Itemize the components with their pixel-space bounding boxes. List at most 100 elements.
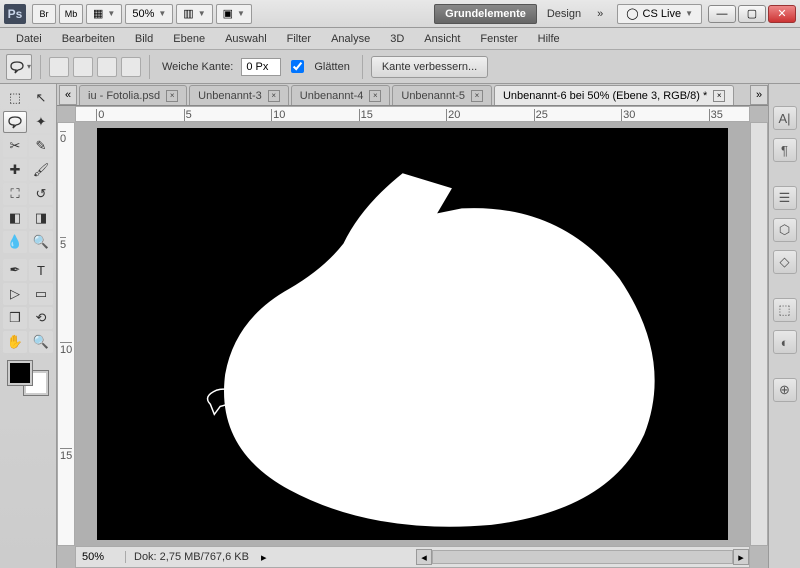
close-icon[interactable]: ×: [471, 90, 483, 102]
menu-ebene[interactable]: Ebene: [165, 31, 213, 47]
menu-auswahl[interactable]: Auswahl: [217, 31, 275, 47]
options-bar: ▾ Weiche Kante: Glätten Kante verbessern…: [0, 50, 800, 84]
mask-shape: [97, 128, 728, 540]
eraser-tool-icon[interactable]: ◧: [3, 207, 27, 229]
toolbox: ⬚↖ ✦ ✂✎ ✚🖌 ⛶↺ ◧◨ 💧🔍 ✒T ▷▭ ❒⟲ ✋🔍: [0, 84, 57, 568]
menu-bearbeiten[interactable]: Bearbeiten: [54, 31, 123, 47]
document-area: « iu - Fotolia.psd× Unbenannt-3× Unbenan…: [57, 84, 768, 568]
eyedropper-tool-icon[interactable]: ✎: [29, 135, 53, 157]
tab-unbenannt-5[interactable]: Unbenannt-5×: [392, 85, 492, 105]
mini-bridge-button[interactable]: Mb: [59, 4, 83, 24]
tabs-scroll-right[interactable]: »: [750, 85, 768, 105]
menu-3d[interactable]: 3D: [382, 31, 412, 47]
refine-edge-button[interactable]: Kante verbessern...: [371, 56, 488, 78]
crop-tool-icon[interactable]: ✂: [3, 135, 27, 157]
document-image: [97, 128, 728, 540]
active-tool-icon[interactable]: ▾: [6, 54, 32, 80]
text-tool-icon[interactable]: T: [29, 259, 53, 281]
paragraph-panel-icon[interactable]: ¶: [773, 138, 797, 162]
minimize-button[interactable]: —: [708, 5, 736, 23]
close-icon[interactable]: ×: [369, 90, 381, 102]
tab-unbenannt-6[interactable]: Unbenannt-6 bei 50% (Ebene 3, RGB/8) *×: [494, 85, 734, 105]
styles-panel-icon[interactable]: ⬡: [773, 218, 797, 242]
horizontal-ruler[interactable]: 0 5 10 15 20 25 30 35: [75, 106, 750, 122]
selection-add-button[interactable]: [73, 57, 93, 77]
tab-unbenannt-3[interactable]: Unbenannt-3×: [189, 85, 289, 105]
vertical-ruler[interactable]: 0 5 10 15: [57, 122, 75, 546]
canvas[interactable]: [75, 122, 750, 546]
menu-bar: Datei Bearbeiten Bild Ebene Auswahl Filt…: [0, 28, 800, 50]
workspace-essentials-button[interactable]: Grundelemente: [434, 4, 537, 24]
tabs-scroll-left[interactable]: «: [59, 85, 77, 105]
foreground-color-swatch[interactable]: [8, 361, 32, 385]
antialias-label: Glätten: [314, 61, 349, 73]
menu-filter[interactable]: Filter: [279, 31, 319, 47]
cs-live-button[interactable]: ◯ CS Live ▼: [617, 4, 702, 24]
screen-mode-dropdown[interactable]: ▣ ▼: [216, 4, 252, 24]
selection-new-button[interactable]: [49, 57, 69, 77]
maximize-button[interactable]: ▢: [738, 5, 766, 23]
3d-camera-tool-icon[interactable]: ⟲: [29, 307, 53, 329]
dodge-tool-icon[interactable]: 🔍: [29, 231, 53, 253]
feather-label: Weiche Kante:: [162, 61, 233, 73]
lasso-tool-icon[interactable]: [3, 111, 27, 133]
move-arrow-icon[interactable]: ↖: [29, 87, 53, 109]
zoom-tool-icon[interactable]: 🔍: [29, 331, 53, 353]
stamp-tool-icon[interactable]: ⛶: [3, 183, 27, 205]
menu-ansicht[interactable]: Ansicht: [416, 31, 468, 47]
bridge-button[interactable]: Br: [32, 4, 56, 24]
workspace-more-button[interactable]: »: [589, 8, 611, 20]
status-bar: 50% Dok: 2,75 MB/767,6 KB ▸ ◂ ▸: [75, 546, 750, 568]
view-extras-dropdown[interactable]: ▦ ▼: [86, 4, 122, 24]
shape-tool-icon[interactable]: ▭: [29, 283, 53, 305]
tab-unbenannt-4[interactable]: Unbenannt-4×: [291, 85, 391, 105]
menu-hilfe[interactable]: Hilfe: [530, 31, 568, 47]
title-bar: Ps Br Mb ▦ ▼ 50% ▼ ▥ ▼ ▣ ▼ Grundelemente…: [0, 0, 800, 28]
adjustments-panel-icon[interactable]: ◐: [773, 330, 797, 354]
canvas-wrap: 0 5 10 15 20 25 30 35 0 5 10 15: [57, 106, 768, 568]
layers-panel-icon[interactable]: ◇: [773, 250, 797, 274]
3d-tool-icon[interactable]: ❒: [3, 307, 27, 329]
character-panel-icon[interactable]: A|: [773, 106, 797, 130]
color-swatches[interactable]: [8, 361, 48, 395]
document-tabs: « iu - Fotolia.psd× Unbenannt-3× Unbenan…: [57, 84, 768, 106]
scroll-right-button[interactable]: ▸: [733, 549, 749, 565]
brush-tool-icon[interactable]: 🖌: [29, 159, 53, 181]
selection-intersect-button[interactable]: [121, 57, 141, 77]
close-button[interactable]: ✕: [768, 5, 796, 23]
right-panel-dock: A| ¶ ☰ ⬡ ◇ ⬚ ◐ ⊕: [768, 84, 800, 568]
color-panel-icon[interactable]: ⊕: [773, 378, 797, 402]
hand-tool-icon[interactable]: ✋: [3, 331, 27, 353]
pen-tool-icon[interactable]: ✒: [3, 259, 27, 281]
workspace-design-link[interactable]: Design: [539, 8, 589, 20]
antialias-checkbox[interactable]: [291, 60, 304, 73]
swatches-panel-icon[interactable]: ☰: [773, 186, 797, 210]
tab-fotolia[interactable]: iu - Fotolia.psd×: [79, 85, 187, 105]
close-icon[interactable]: ×: [713, 90, 725, 102]
close-icon[interactable]: ×: [268, 90, 280, 102]
move-tool-icon[interactable]: ⬚: [3, 87, 27, 109]
document-info[interactable]: Dok: 2,75 MB/767,6 KB: [126, 551, 257, 563]
vertical-scrollbar[interactable]: [750, 122, 768, 546]
gradient-tool-icon[interactable]: ◨: [29, 207, 53, 229]
scroll-left-button[interactable]: ◂: [416, 549, 432, 565]
close-icon[interactable]: ×: [166, 90, 178, 102]
app-icon: Ps: [4, 4, 26, 24]
menu-analyse[interactable]: Analyse: [323, 31, 378, 47]
menu-bild[interactable]: Bild: [127, 31, 161, 47]
arrange-documents-dropdown[interactable]: ▥ ▼: [176, 4, 212, 24]
blur-tool-icon[interactable]: 💧: [3, 231, 27, 253]
selection-subtract-button[interactable]: [97, 57, 117, 77]
healing-tool-icon[interactable]: ✚: [3, 159, 27, 181]
path-select-tool-icon[interactable]: ▷: [3, 283, 27, 305]
menu-fenster[interactable]: Fenster: [472, 31, 525, 47]
navigator-panel-icon[interactable]: ⬚: [773, 298, 797, 322]
menu-datei[interactable]: Datei: [8, 31, 50, 47]
zoom-dropdown[interactable]: 50% ▼: [125, 4, 173, 24]
main-area: ⬚↖ ✦ ✂✎ ✚🖌 ⛶↺ ◧◨ 💧🔍 ✒T ▷▭ ❒⟲ ✋🔍 « iu - F…: [0, 84, 800, 568]
feather-input[interactable]: [241, 58, 281, 76]
zoom-field[interactable]: 50%: [76, 551, 126, 563]
zoom-value: 50%: [132, 8, 154, 20]
history-brush-tool-icon[interactable]: ↺: [29, 183, 53, 205]
magic-wand-tool-icon[interactable]: ✦: [29, 111, 53, 133]
